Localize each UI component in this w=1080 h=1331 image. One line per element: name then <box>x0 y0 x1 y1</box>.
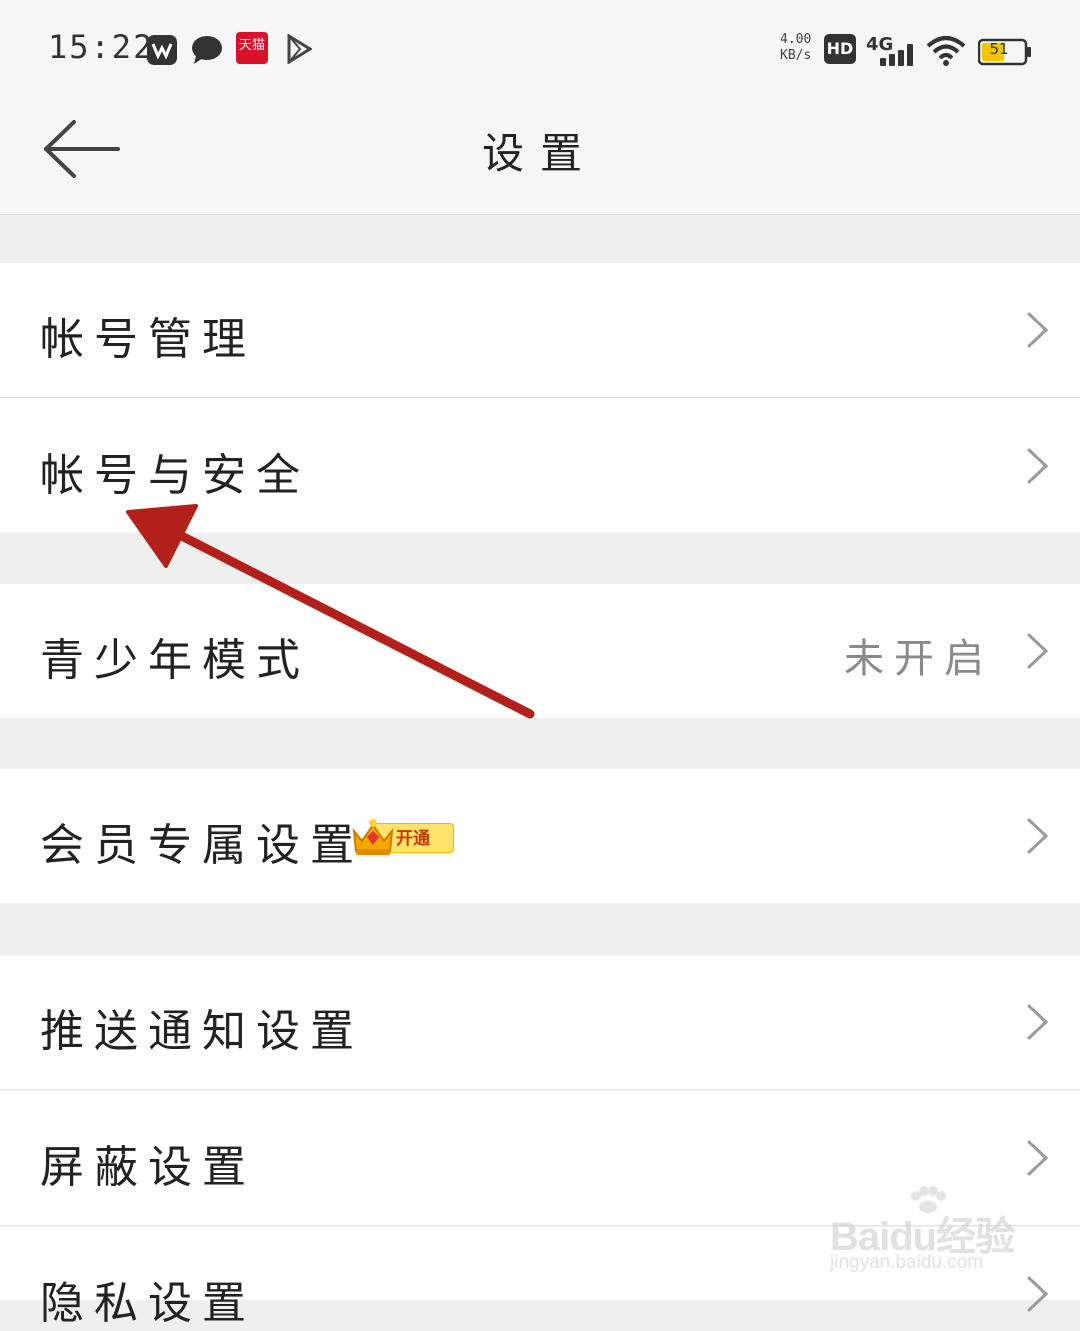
row-label: 推送通知设置 <box>40 1006 364 1057</box>
wifi-icon <box>926 36 966 66</box>
settings-row-vip-settings[interactable]: 会员专属设置 开通 <box>0 769 1080 903</box>
row-label: 帐号管理 <box>40 314 256 365</box>
chevron-right-icon <box>1027 818 1049 854</box>
row-label: 会员专属设置 <box>40 820 364 871</box>
top-bar: 设置 <box>0 100 1080 215</box>
row-label: 隐私设置 <box>40 1278 256 1329</box>
chevron-right-icon <box>1027 1276 1049 1312</box>
message-icon <box>192 36 222 64</box>
status-time: 15:22 <box>48 28 155 66</box>
network-speed: 4.00 KB/s <box>780 32 811 64</box>
row-label: 帐号与安全 <box>40 450 310 501</box>
watermark-url: jingyan.baidu.com <box>830 1252 984 1273</box>
signal-icon <box>880 44 913 66</box>
hd-icon: HD <box>824 34 856 64</box>
chevron-right-icon <box>1027 1004 1049 1040</box>
page-title: 设置 <box>481 129 598 178</box>
speed-value: 4.00 <box>780 32 812 47</box>
row-label: 青少年模式 <box>40 635 310 686</box>
tmall-icon: 天猫 <box>236 32 268 64</box>
chevron-right-icon <box>1027 1140 1049 1176</box>
play-icon <box>287 34 312 64</box>
crown-icon <box>352 819 394 855</box>
speed-unit: KB/s <box>780 48 812 63</box>
battery-percent: 51 <box>989 40 1009 58</box>
chevron-right-icon <box>1027 633 1049 669</box>
status-bar: 15:22 天猫 4.00 KB/s HD 4G 51 <box>0 0 1080 100</box>
settings-row-push-notifications[interactable]: 推送通知设置 <box>0 955 1080 1090</box>
vip-badge-label: 开通 <box>396 829 430 849</box>
vip-open-badge[interactable]: 开通 <box>350 815 454 859</box>
settings-row-account-management[interactable]: 帐号管理 <box>0 263 1080 398</box>
settings-row-teen-mode[interactable]: 青少年模式 未开启 <box>0 584 1080 718</box>
row-label: 屏蔽设置 <box>40 1142 256 1193</box>
baidu-jingyan-watermark: Baidu经验 jingyan.baidu.com <box>826 1186 1026 1276</box>
chevron-right-icon <box>1027 448 1049 484</box>
chevron-right-icon <box>1027 312 1049 348</box>
app-icon <box>147 35 177 65</box>
teen-mode-status: 未开启 <box>844 636 994 682</box>
settings-row-account-security[interactable]: 帐号与安全 <box>0 399 1080 533</box>
